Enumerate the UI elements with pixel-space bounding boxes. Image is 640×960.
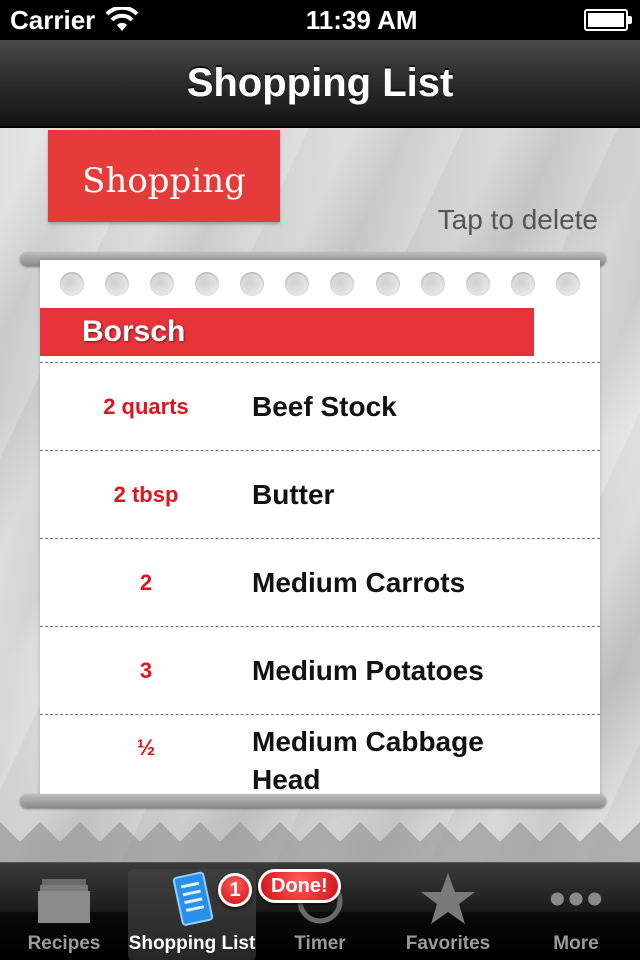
list-item[interactable]: 2 tbsp Butter — [40, 451, 600, 539]
wifi-icon — [105, 5, 139, 33]
tab-timer[interactable]: Done! Timer — [256, 863, 384, 960]
timer-done-badge: Done! — [258, 869, 341, 903]
carrier-label: Carrier — [10, 4, 96, 35]
item-quantity: 2 — [139, 569, 153, 595]
binder-hole — [510, 272, 535, 296]
binder-hole — [330, 272, 355, 296]
tab-label: More — [553, 933, 599, 954]
item-quantity: 2 quarts — [103, 393, 189, 419]
shopping-list-badge: 1 — [218, 873, 252, 907]
binder-holes — [60, 266, 580, 302]
tap-to-delete-hint: Tap to delete — [437, 204, 598, 235]
content-area: Shopping Tap to delete Borsch 2 quarts B… — [0, 128, 640, 862]
item-quantity: 2 tbsp — [113, 481, 179, 507]
zigzag-decoration — [0, 822, 640, 862]
more-dots-icon — [548, 871, 604, 927]
binder-hole — [195, 272, 220, 296]
section-tag: Shopping — [48, 130, 280, 222]
item-name: Medium Cabbage Head — [252, 726, 484, 795]
nav-bar: Shopping List — [0, 40, 640, 128]
binder-hole — [420, 272, 445, 296]
item-name: Medium Potatoes — [252, 654, 484, 686]
binder-hole — [60, 272, 84, 296]
page-title: Shopping List — [186, 60, 454, 105]
list-item[interactable]: 2 Medium Carrots — [40, 539, 600, 627]
tab-more[interactable]: More — [512, 863, 640, 960]
tab-label: Favorites — [405, 933, 491, 954]
item-quantity: ½ — [136, 735, 156, 760]
shopping-items-list: 2 quarts Beef Stock 2 tbsp Butter 2 Medi… — [40, 362, 600, 800]
shopping-list-icon — [164, 871, 220, 927]
status-left: Carrier — [10, 5, 139, 36]
star-icon — [420, 871, 476, 927]
battery-fill — [587, 13, 624, 27]
status-bar: Carrier 11:39 AM — [0, 0, 640, 40]
tab-bar: Recipes 1 Shopping List Done! Timer Favo… — [0, 862, 640, 960]
tab-label: Shopping List — [128, 933, 256, 954]
item-quantity: 3 — [139, 657, 153, 683]
list-item[interactable]: 3 Medium Potatoes — [40, 627, 600, 715]
tab-label: Recipes — [27, 933, 101, 954]
binder-hole — [240, 272, 265, 296]
battery-icon — [583, 9, 632, 31]
notepad-rod-bottom — [20, 794, 606, 808]
item-name: Butter — [252, 478, 335, 510]
tab-label: Timer — [294, 933, 346, 954]
item-name: Beef Stock — [252, 390, 397, 422]
item-name: Medium Carrots — [252, 566, 466, 598]
status-time: 11:39 AM — [305, 4, 418, 35]
tab-favorites[interactable]: Favorites — [384, 863, 512, 960]
binder-hole — [555, 272, 580, 296]
list-item[interactable]: ½ Medium Cabbage Head — [40, 715, 600, 800]
tab-shopping-list[interactable]: 1 Shopping List — [128, 869, 256, 960]
list-item[interactable]: 2 quarts Beef Stock — [40, 363, 600, 451]
binder-hole — [375, 272, 400, 296]
binder-hole — [465, 272, 490, 296]
tab-recipes[interactable]: Recipes — [0, 863, 128, 960]
notepad: Borsch 2 quarts Beef Stock 2 tbsp Butter… — [40, 260, 600, 800]
recipe-header[interactable]: Borsch — [40, 308, 534, 356]
binder-hole — [150, 272, 175, 296]
recipe-box-icon — [36, 871, 92, 927]
binder-hole — [105, 272, 130, 296]
binder-hole — [285, 272, 310, 296]
